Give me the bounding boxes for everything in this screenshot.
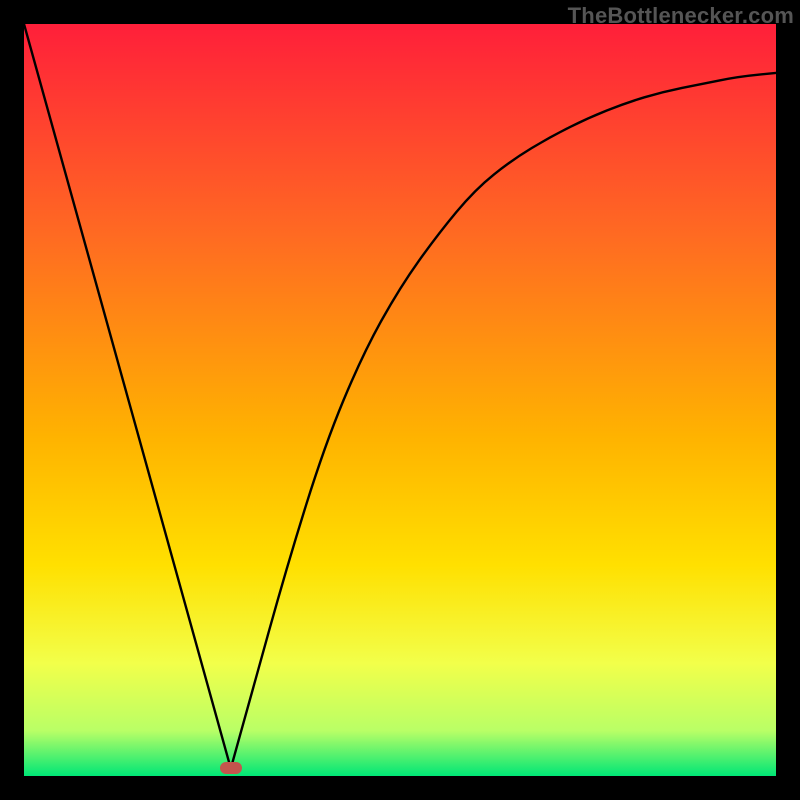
- watermark-text: TheBottlenecker.com: [568, 3, 794, 29]
- optimal-point-marker: [220, 762, 242, 774]
- chart-stage: TheBottlenecker.com: [0, 0, 800, 800]
- plot-area: [24, 24, 776, 776]
- bottleneck-curve: [24, 24, 776, 776]
